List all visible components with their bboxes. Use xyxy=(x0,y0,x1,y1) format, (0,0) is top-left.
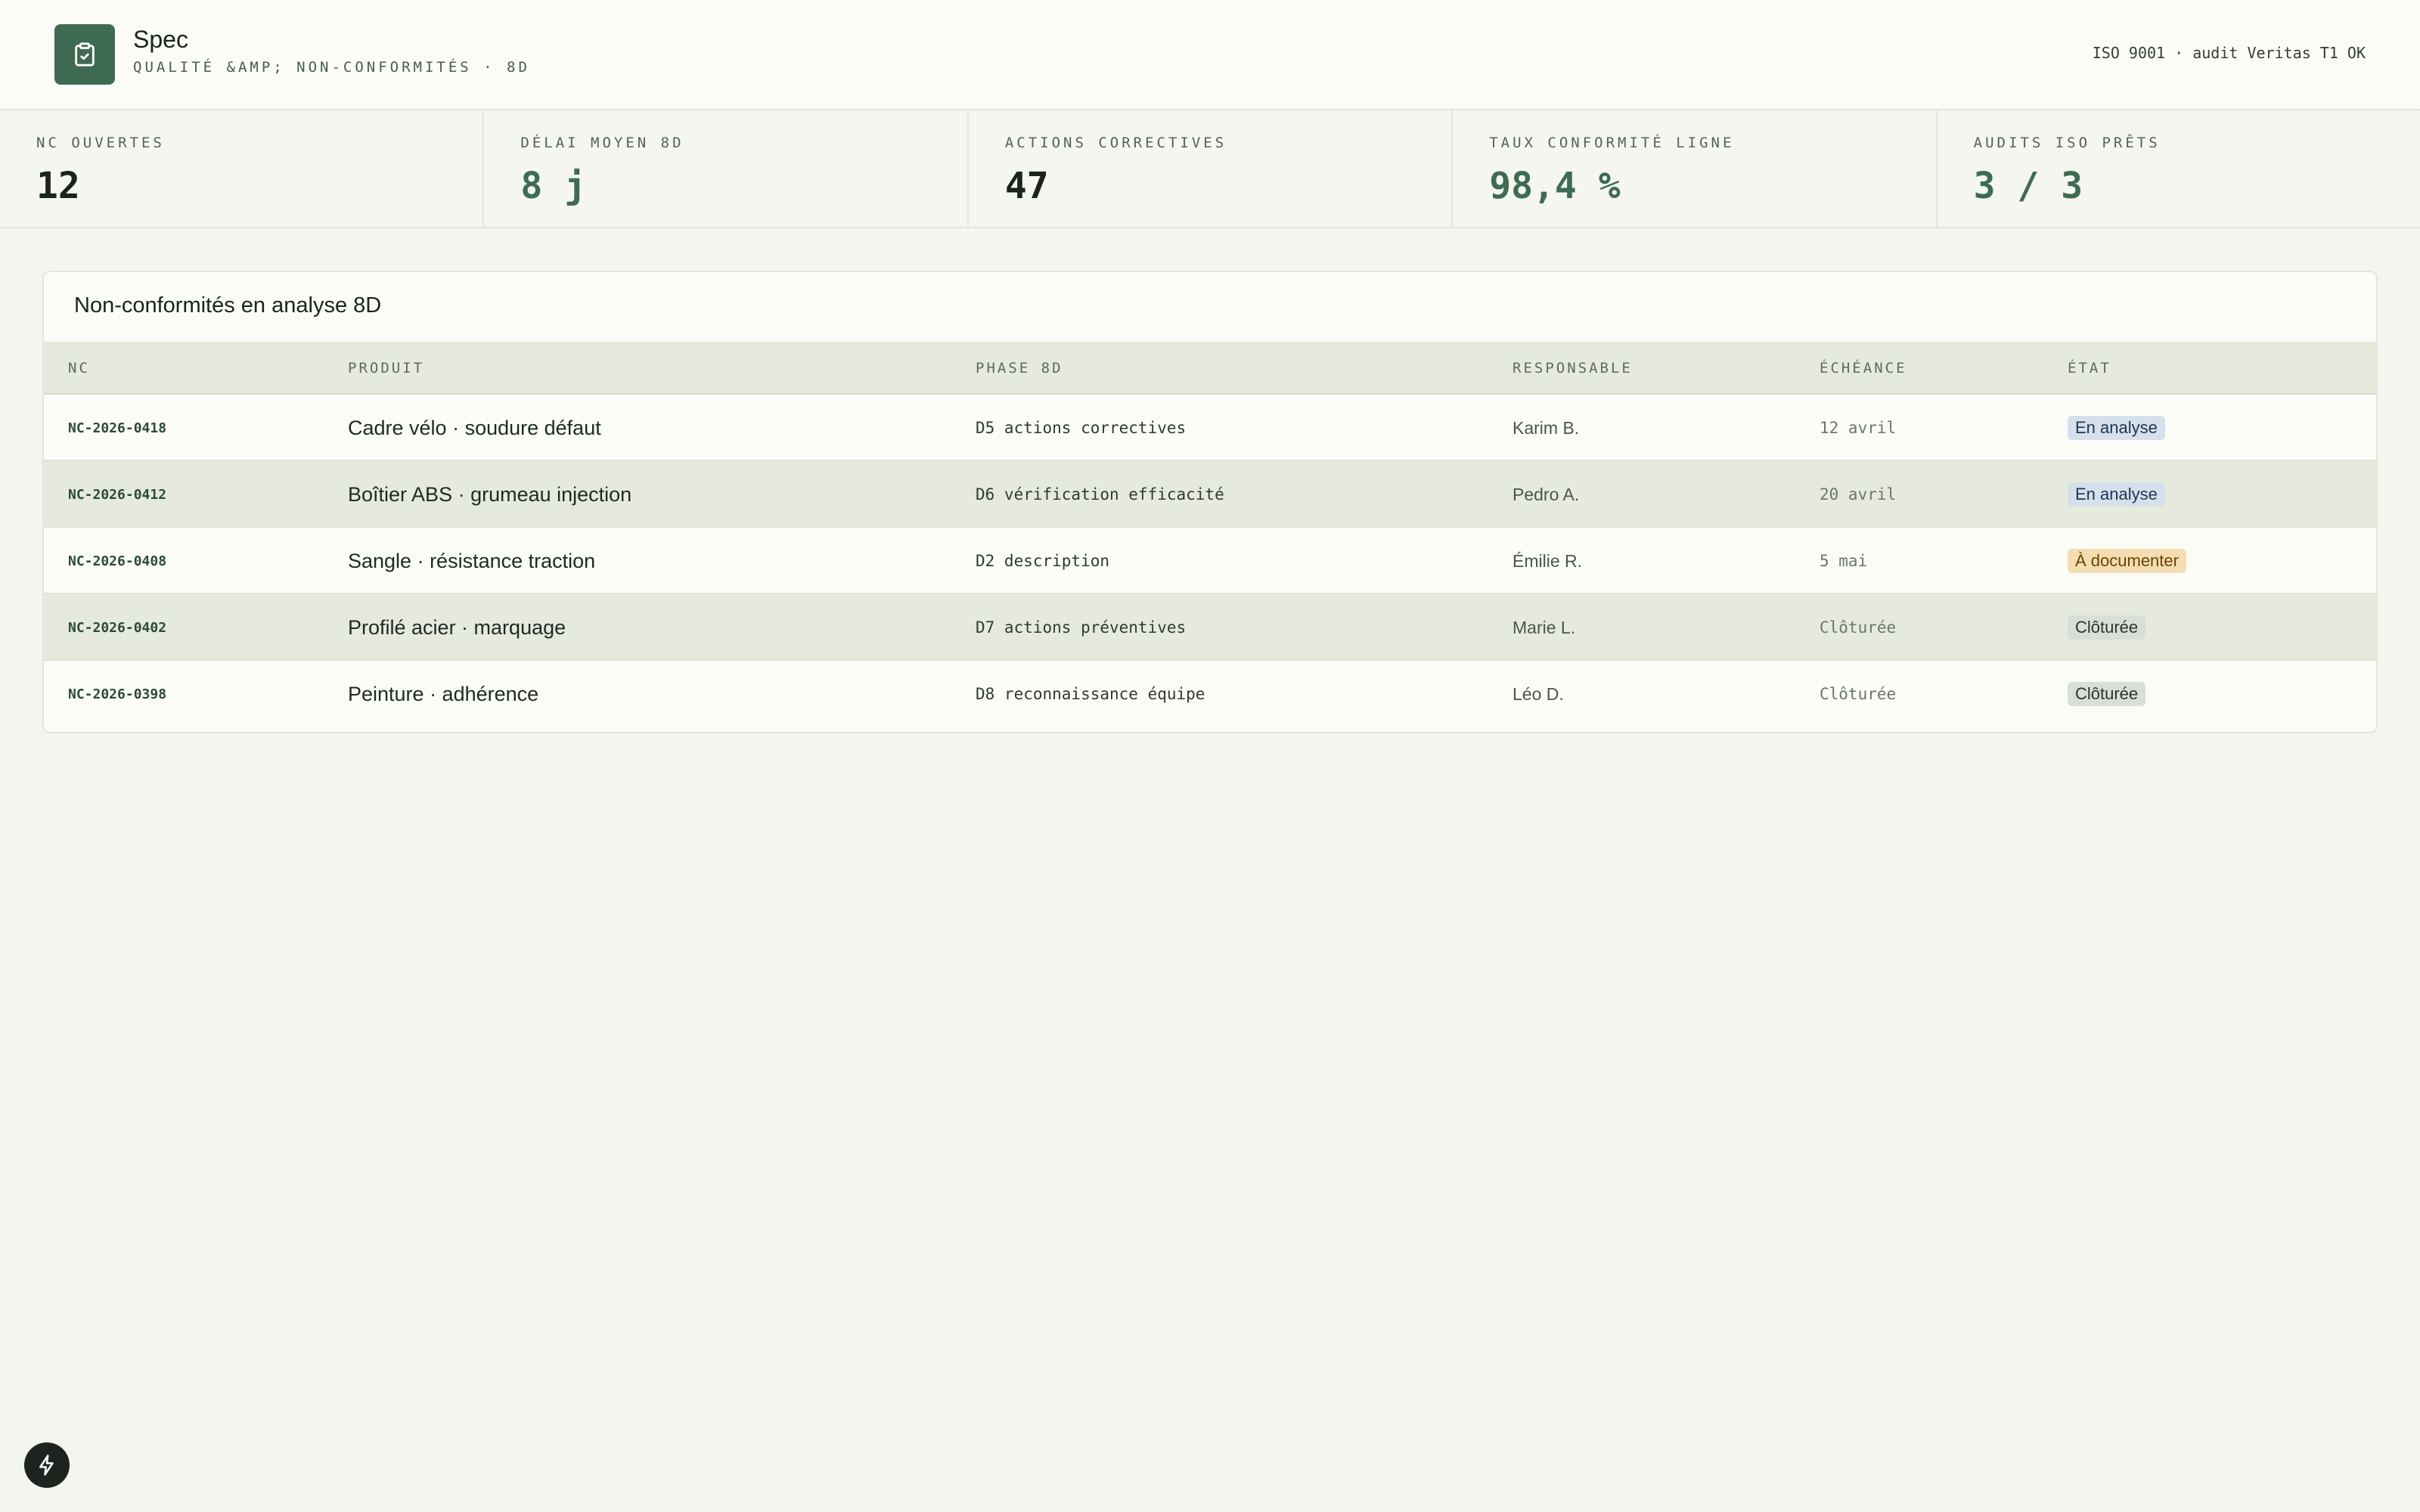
status-badge: En analyse xyxy=(2068,416,2165,440)
kpi-label: DÉLAI MOYEN 8D xyxy=(520,135,684,151)
owner-name: Marie L. xyxy=(1512,617,1576,637)
nc-id[interactable]: NC-2026-0398 xyxy=(68,661,166,727)
column-header-echeance[interactable]: ÉCHÉANCE xyxy=(1820,360,1907,376)
product-name: Sangle · résistance traction xyxy=(348,549,596,572)
owner-name: Émilie R. xyxy=(1512,550,1583,571)
app-title: Spec xyxy=(133,26,188,53)
kpi-avg-delay: DÉLAI MOYEN 8D 8 j xyxy=(484,110,969,227)
column-header-responsable[interactable]: RESPONSABLE xyxy=(1512,360,1633,376)
kpi-value: 3 / 3 xyxy=(1973,165,2083,207)
iso-status-text: ISO 9001 · audit Veritas T1 OK xyxy=(2092,44,2366,62)
kpi-value: 8 j xyxy=(520,165,587,207)
column-header-nc[interactable]: NC xyxy=(68,360,90,376)
quick-action-button[interactable] xyxy=(24,1442,70,1488)
phase-8d: D2 description xyxy=(976,552,1110,570)
kpi-value: 12 xyxy=(36,165,80,207)
phase-8d: D6 vérification efficacité xyxy=(976,485,1224,503)
nc-id[interactable]: NC-2026-0412 xyxy=(68,461,166,528)
kpi-label: AUDITS ISO PRÊTS xyxy=(1973,135,2161,151)
state-cell: À documenter xyxy=(2068,528,2186,594)
phase-8d: D5 actions correctives xyxy=(976,419,1187,437)
clipboard-check-icon xyxy=(75,42,95,67)
due-date: 5 mai xyxy=(1820,552,1868,570)
kpi-conformity-rate: TAUX CONFORMITÉ LIGNE 98,4 % xyxy=(1453,110,1938,227)
nc-id[interactable]: NC-2026-0418 xyxy=(68,395,166,461)
owner-name: Pedro A. xyxy=(1512,484,1580,504)
phase-8d: D8 reconnaissance équipe xyxy=(976,685,1205,703)
app-subtitle: QUALITÉ &AMP; NON-CONFORMITÉS · 8D xyxy=(133,59,530,76)
status-badge: Clôturée xyxy=(2068,682,2146,706)
lightning-icon xyxy=(39,1455,54,1476)
kpi-label: TAUX CONFORMITÉ LIGNE xyxy=(1489,135,1735,151)
state-cell: En analyse xyxy=(2068,461,2165,528)
table-row[interactable]: NC-2026-0412 Boîtier ABS · grumeau injec… xyxy=(44,461,2376,528)
product-name: Cadre vélo · soudure défaut xyxy=(348,416,601,439)
state-cell: Clôturée xyxy=(2068,661,2146,727)
table-row[interactable]: NC-2026-0398 Peinture · adhérence D8 rec… xyxy=(44,661,2376,727)
kpi-label: NC OUVERTES xyxy=(36,135,165,151)
due-date: Clôturée xyxy=(1820,618,1897,637)
column-header-phase[interactable]: PHASE 8D xyxy=(976,360,1063,376)
app-logo[interactable] xyxy=(54,24,115,85)
owner-name: Karim B. xyxy=(1512,417,1580,438)
kpi-label: ACTIONS CORRECTIVES xyxy=(1004,135,1227,151)
column-header-etat[interactable]: ÉTAT xyxy=(2068,360,2111,376)
owner-name: Léo D. xyxy=(1512,683,1564,704)
table-header: NC PRODUIT PHASE 8D RESPONSABLE ÉCHÉANCE… xyxy=(44,342,2376,395)
kpi-strip: NC OUVERTES 12 DÉLAI MOYEN 8D 8 j ACTION… xyxy=(0,110,2420,228)
kpi-value: 47 xyxy=(1004,165,1049,207)
nc-table-card: Non-conformités en analyse 8D NC PRODUIT… xyxy=(42,271,2378,733)
nc-id[interactable]: NC-2026-0402 xyxy=(68,594,166,661)
kpi-iso-audits: AUDITS ISO PRÊTS 3 / 3 xyxy=(1938,110,2420,227)
due-date: 20 avril xyxy=(1820,485,1897,503)
due-date: Clôturée xyxy=(1820,685,1897,703)
product-name: Peinture · adhérence xyxy=(348,682,539,705)
kpi-corrective-actions: ACTIONS CORRECTIVES 47 xyxy=(969,110,1454,227)
status-badge: À documenter xyxy=(2068,549,2186,573)
due-date: 12 avril xyxy=(1820,419,1897,437)
table-row[interactable]: NC-2026-0408 Sangle · résistance tractio… xyxy=(44,528,2376,594)
state-cell: Clôturée xyxy=(2068,594,2146,661)
product-name: Boîtier ABS · grumeau injection xyxy=(348,482,632,506)
nc-id[interactable]: NC-2026-0408 xyxy=(68,528,166,594)
kpi-value: 98,4 % xyxy=(1489,165,1621,207)
table-row[interactable]: NC-2026-0418 Cadre vélo · soudure défaut… xyxy=(44,395,2376,461)
column-header-produit[interactable]: PRODUIT xyxy=(348,360,424,376)
phase-8d: D7 actions préventives xyxy=(976,618,1187,637)
status-badge: En analyse xyxy=(2068,482,2165,507)
kpi-open-nc: NC OUVERTES 12 xyxy=(0,110,485,227)
table-row[interactable]: NC-2026-0402 Profilé acier · marquage D7… xyxy=(44,594,2376,661)
product-name: Profilé acier · marquage xyxy=(348,615,566,639)
app-header: Spec QUALITÉ &AMP; NON-CONFORMITÉS · 8D … xyxy=(0,0,2420,110)
card-title: Non-conformités en analyse 8D xyxy=(74,293,382,318)
status-badge: Clôturée xyxy=(2068,615,2146,640)
state-cell: En analyse xyxy=(2068,395,2165,461)
